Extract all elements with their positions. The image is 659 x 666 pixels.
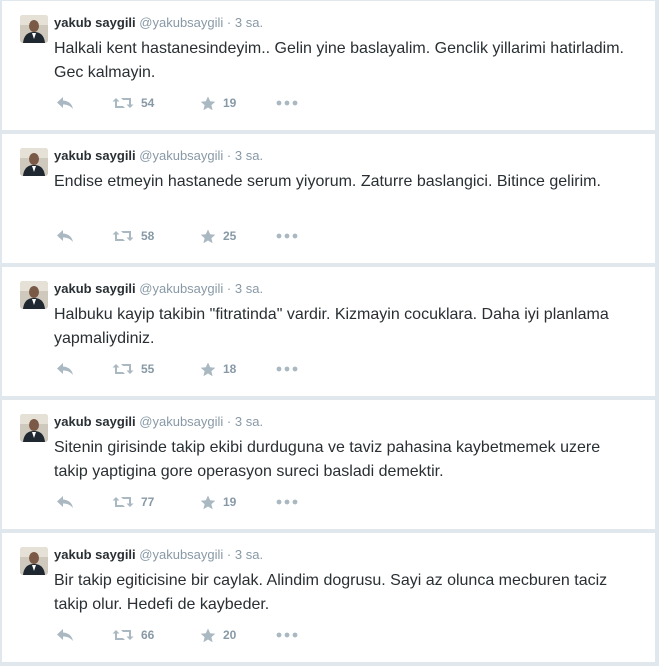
author-name[interactable]: yakub saygili [54, 547, 136, 562]
retweet-button[interactable]: 54 [112, 95, 154, 111]
tweet-text: Sitenin girisinde takip ekibi durduguna … [54, 439, 601, 480]
favorite-count: 19 [223, 495, 237, 509]
star-icon [200, 628, 216, 643]
tweet-actions: 55 18 [54, 361, 354, 377]
retweet-count: 77 [141, 495, 155, 509]
tweet-timestamp[interactable]: 3 sa. [235, 547, 263, 562]
reply-button[interactable] [56, 228, 74, 244]
tweet-text: Bir takip egiticisine bir caylak. Alindi… [54, 572, 608, 613]
tweet-header: yakub saygili @yakubsaygili · 3 sa. [54, 15, 263, 31]
tweet-header: yakub saygili @yakubsaygili · 3 sa. [54, 414, 263, 430]
more-dots-icon [276, 100, 298, 106]
more-dots-icon [276, 366, 298, 372]
retweet-button[interactable]: 66 [112, 627, 154, 643]
avatar[interactable] [20, 414, 48, 442]
author-name[interactable]: yakub saygili [54, 414, 136, 429]
tweet-actions: 54 19 [54, 95, 354, 111]
more-dots-icon [276, 233, 298, 239]
author-username[interactable]: @yakubsaygili [139, 547, 223, 562]
more-dots-icon [276, 632, 298, 638]
tweet-card[interactable]: yakub saygili @yakubsaygili · 3 sa. Site… [2, 399, 655, 529]
star-icon [200, 495, 216, 510]
retweet-icon [112, 495, 134, 509]
separator-dot: · [226, 281, 232, 296]
tweet-text: Halkali kent hastanesindeyim.. Gelin yin… [54, 40, 624, 81]
retweet-button[interactable]: 58 [112, 228, 154, 244]
tweet-actions: 58 25 [54, 228, 354, 244]
avatar[interactable] [20, 547, 48, 575]
reply-button[interactable] [56, 494, 74, 510]
separator-dot: · [226, 148, 232, 163]
reply-icon [56, 628, 74, 642]
more-button[interactable] [276, 361, 298, 377]
retweet-count: 66 [141, 628, 155, 642]
tweet-card[interactable]: yakub saygili @yakubsaygili · 3 sa. Endi… [2, 133, 655, 263]
tweet-text: Halbuku kayip takibin "fitratinda" vardi… [54, 306, 609, 347]
star-icon [200, 229, 216, 244]
author-name[interactable]: yakub saygili [54, 15, 136, 30]
author-name[interactable]: yakub saygili [54, 148, 136, 163]
author-username[interactable]: @yakubsaygili [139, 148, 223, 163]
reply-icon [56, 96, 74, 110]
author-username[interactable]: @yakubsaygili [139, 414, 223, 429]
tweet-actions: 66 20 [54, 627, 354, 643]
tweet-text: Endise etmeyin hastanede serum yiyorum. … [54, 173, 601, 190]
retweet-button[interactable]: 77 [112, 494, 154, 510]
separator-dot: · [226, 414, 232, 429]
retweet-icon [112, 628, 134, 642]
reply-button[interactable] [56, 95, 74, 111]
more-button[interactable] [276, 95, 298, 111]
tweet-timestamp[interactable]: 3 sa. [235, 414, 263, 429]
tweet-actions: 77 19 [54, 494, 354, 510]
retweet-count: 55 [141, 362, 155, 376]
separator-dot: · [226, 547, 232, 562]
author-name[interactable]: yakub saygili [54, 281, 136, 296]
more-button[interactable] [276, 228, 298, 244]
reply-icon [56, 229, 74, 243]
retweet-button[interactable]: 55 [112, 361, 154, 377]
retweet-icon [112, 96, 134, 110]
retweet-count: 58 [141, 229, 155, 243]
reply-icon [56, 362, 74, 376]
avatar[interactable] [20, 15, 48, 43]
tweet-card[interactable]: yakub saygili @yakubsaygili · 3 sa. Halk… [2, 0, 655, 130]
favorite-count: 20 [223, 628, 237, 642]
reply-button[interactable] [56, 361, 74, 377]
author-username[interactable]: @yakubsaygili [139, 15, 223, 30]
retweet-icon [112, 362, 134, 376]
tweet-header: yakub saygili @yakubsaygili · 3 sa. [54, 547, 263, 563]
more-button[interactable] [276, 494, 298, 510]
tweet-header: yakub saygili @yakubsaygili · 3 sa. [54, 148, 263, 164]
avatar[interactable] [20, 281, 48, 309]
more-dots-icon [276, 499, 298, 505]
tweet-timestamp[interactable]: 3 sa. [235, 148, 263, 163]
favorite-count: 25 [223, 229, 237, 243]
favorite-button[interactable]: 19 [200, 95, 236, 111]
star-icon [200, 362, 216, 377]
more-button[interactable] [276, 627, 298, 643]
favorite-count: 18 [223, 362, 237, 376]
separator-dot: · [226, 15, 232, 30]
tweet-header: yakub saygili @yakubsaygili · 3 sa. [54, 281, 263, 297]
retweet-icon [112, 229, 134, 243]
avatar[interactable] [20, 148, 48, 176]
author-username[interactable]: @yakubsaygili [139, 281, 223, 296]
tweet-card[interactable]: yakub saygili @yakubsaygili · 3 sa. Bir … [2, 532, 655, 662]
favorite-button[interactable]: 18 [200, 361, 236, 377]
tweet-card[interactable]: yakub saygili @yakubsaygili · 3 sa. Halb… [2, 266, 655, 396]
tweet-timestamp[interactable]: 3 sa. [235, 15, 263, 30]
tweet-timestamp[interactable]: 3 sa. [235, 281, 263, 296]
star-icon [200, 96, 216, 111]
retweet-count: 54 [141, 96, 155, 110]
tweet-timeline: yakub saygili @yakubsaygili · 3 sa. Halk… [0, 0, 659, 666]
favorite-button[interactable]: 25 [200, 228, 236, 244]
favorite-button[interactable]: 19 [200, 494, 236, 510]
reply-button[interactable] [56, 627, 74, 643]
favorite-button[interactable]: 20 [200, 627, 236, 643]
favorite-count: 19 [223, 96, 237, 110]
reply-icon [56, 495, 74, 509]
